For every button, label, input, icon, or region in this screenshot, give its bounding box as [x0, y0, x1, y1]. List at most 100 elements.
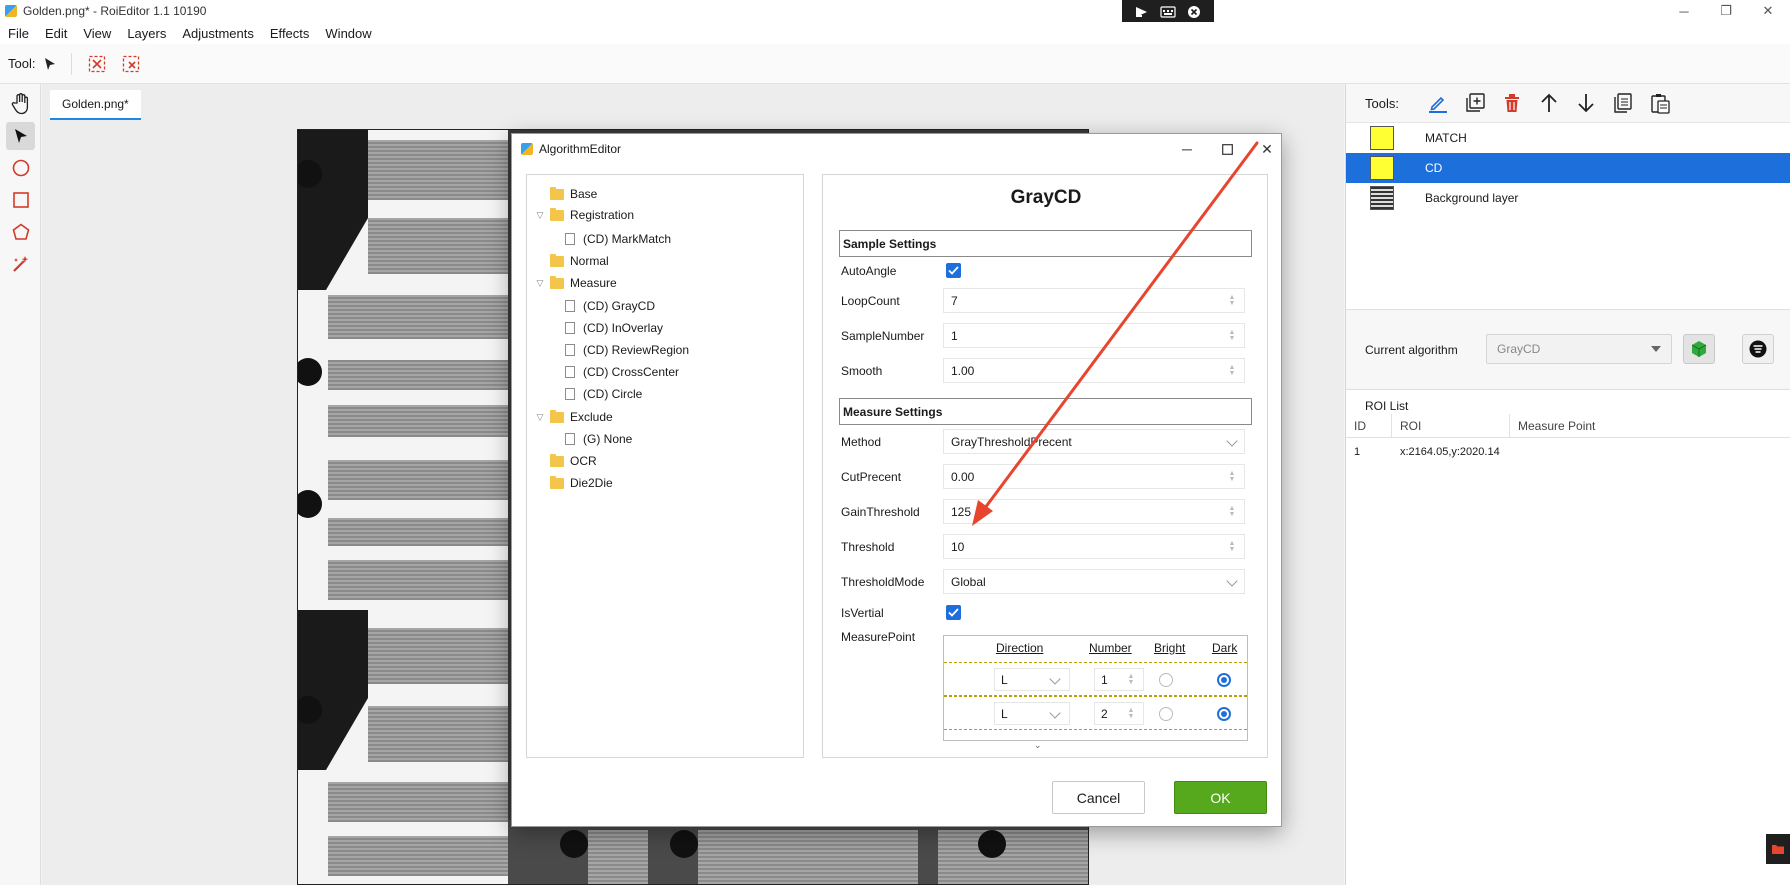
play-icon[interactable]: [1135, 6, 1149, 21]
rectangle-tool-icon[interactable]: [6, 186, 35, 214]
measure-settings-header[interactable]: Measure Settings: [839, 398, 1252, 425]
menu-view[interactable]: View: [75, 26, 119, 41]
number-input[interactable]: 2 ▲ ▼: [1094, 702, 1144, 725]
tree-item-crosscenter[interactable]: (CD) CrossCenter: [565, 362, 679, 382]
method-select[interactable]: GrayThresholdPrecent: [943, 429, 1245, 454]
table-row[interactable]: 1 x:2164.05,y:2020.14: [1346, 440, 1790, 464]
move-layer-down-icon[interactable]: [1574, 91, 1598, 115]
cut-precent-label: CutPrecent: [841, 470, 902, 484]
menu-file[interactable]: File: [0, 26, 37, 41]
tree-folder-registration[interactable]: Registration: [550, 205, 634, 225]
tree-item-graycd[interactable]: (CD) GrayCD: [565, 296, 655, 316]
disconnect-icon[interactable]: [1187, 5, 1201, 22]
mp-column-dark[interactable]: Dark: [1212, 641, 1237, 655]
layer-row-background[interactable]: Background layer: [1346, 183, 1790, 213]
tree-folder-exclude[interactable]: Exclude: [550, 407, 613, 427]
close-button[interactable]: ✕: [1748, 0, 1788, 22]
layer-row-cd[interactable]: CD: [1346, 153, 1790, 183]
tree-item-markmatch[interactable]: (CD) MarkMatch: [565, 229, 671, 249]
tree-item-inoverlay[interactable]: (CD) InOverlay: [565, 318, 663, 338]
edit-layer-icon[interactable]: [1426, 91, 1450, 115]
auto-angle-checkbox[interactable]: [946, 263, 961, 278]
sample-number-input[interactable]: 1 ▲ ▼: [943, 323, 1245, 348]
direction-select[interactable]: L: [994, 702, 1070, 725]
mp-column-bright[interactable]: Bright: [1154, 641, 1185, 655]
spinner-icon[interactable]: ▲ ▼: [1228, 540, 1236, 553]
dialog-close-button[interactable]: ✕: [1252, 138, 1282, 160]
sample-settings-header[interactable]: Sample Settings: [839, 230, 1252, 257]
threshold-input[interactable]: 10 ▲ ▼: [943, 534, 1245, 559]
window-titlebar: Golden.png* - RoiEditor 1.1 10190 ─ ❐ ✕: [0, 0, 1790, 22]
is-vertial-checkbox[interactable]: [946, 605, 961, 620]
hand-tool-icon[interactable]: [6, 90, 35, 118]
keyboard-icon[interactable]: [1160, 5, 1176, 21]
cut-precent-input[interactable]: 0.00 ▲ ▼: [943, 464, 1245, 489]
tree-folder-ocr[interactable]: OCR: [550, 451, 597, 471]
circle-tool-icon[interactable]: [6, 154, 35, 182]
minimize-button[interactable]: ─: [1664, 0, 1704, 22]
cancel-button[interactable]: Cancel: [1052, 781, 1145, 814]
pointer-tool-icon[interactable]: [39, 53, 61, 75]
paste-layer-icon[interactable]: [1648, 91, 1672, 115]
menu-window[interactable]: Window: [317, 26, 379, 41]
tree-folder-die2die[interactable]: Die2Die: [550, 473, 613, 493]
bright-radio[interactable]: [1159, 673, 1173, 687]
spinner-icon[interactable]: ▲ ▼: [1228, 329, 1236, 342]
window-title: Golden.png* - RoiEditor 1.1 10190: [23, 4, 207, 18]
menu-layers[interactable]: Layers: [119, 26, 174, 41]
algorithm-settings-button[interactable]: [1742, 334, 1774, 364]
tree-folder-base[interactable]: Base: [550, 184, 597, 204]
tree-folder-measure[interactable]: Measure: [550, 273, 617, 293]
ok-button[interactable]: OK: [1174, 781, 1267, 814]
tree-item-circle[interactable]: (CD) Circle: [565, 384, 642, 404]
dialog-maximize-button[interactable]: [1212, 138, 1242, 160]
tree-item-none[interactable]: (G) None: [565, 429, 632, 449]
chevron-down-icon[interactable]: ⌄: [1034, 740, 1044, 750]
move-layer-up-icon[interactable]: [1537, 91, 1561, 115]
layer-row-match[interactable]: MATCH: [1346, 123, 1790, 153]
chevron-down-icon[interactable]: ▽: [535, 278, 545, 288]
tray-folder-icon[interactable]: [1766, 834, 1790, 864]
roi-column-id[interactable]: ID: [1346, 414, 1392, 438]
magic-wand-tool-icon[interactable]: [6, 250, 35, 278]
spinner-icon[interactable]: ▲ ▼: [1228, 294, 1236, 307]
menu-edit[interactable]: Edit: [37, 26, 75, 41]
spinner-icon[interactable]: ▲ ▼: [1127, 673, 1135, 686]
menu-adjustments[interactable]: Adjustments: [174, 26, 262, 41]
spinner-icon[interactable]: ▲ ▼: [1228, 364, 1236, 377]
mp-column-direction[interactable]: Direction: [996, 641, 1043, 655]
spinner-icon[interactable]: ▲ ▼: [1228, 470, 1236, 483]
tree-item-reviewregion[interactable]: (CD) ReviewRegion: [565, 340, 689, 360]
chevron-down-icon[interactable]: ▽: [535, 412, 545, 422]
bright-radio[interactable]: [1159, 707, 1173, 721]
direction-select[interactable]: L: [994, 668, 1070, 691]
loop-count-input[interactable]: 7 ▲ ▼: [943, 288, 1245, 313]
algorithm-cube-button[interactable]: [1683, 334, 1715, 364]
roi-column-roi[interactable]: ROI: [1392, 414, 1510, 438]
menu-effects[interactable]: Effects: [262, 26, 318, 41]
delete-selection-icon[interactable]: [120, 53, 142, 75]
add-layer-icon[interactable]: [1463, 91, 1487, 115]
chevron-down-icon[interactable]: ▽: [535, 210, 545, 220]
spinner-icon[interactable]: ▲ ▼: [1228, 505, 1236, 518]
document-tab[interactable]: Golden.png*: [50, 90, 141, 120]
mp-column-number[interactable]: Number: [1089, 641, 1132, 655]
clear-selection-icon[interactable]: [86, 53, 108, 75]
delete-layer-icon[interactable]: [1500, 91, 1524, 115]
dark-radio[interactable]: [1217, 707, 1231, 721]
number-input[interactable]: 1 ▲ ▼: [1094, 668, 1144, 691]
dialog-minimize-button[interactable]: ─: [1172, 138, 1202, 160]
spinner-icon[interactable]: ▲ ▼: [1127, 707, 1135, 720]
threshold-mode-select[interactable]: Global: [943, 569, 1245, 594]
select-tool-icon[interactable]: [6, 122, 35, 150]
roi-column-measure-point[interactable]: Measure Point: [1510, 414, 1790, 438]
restore-button[interactable]: ❐: [1706, 0, 1746, 22]
current-algorithm-select[interactable]: GrayCD: [1486, 334, 1672, 364]
polygon-tool-icon[interactable]: [6, 218, 35, 246]
dark-radio[interactable]: [1217, 673, 1231, 687]
copy-layer-icon[interactable]: [1611, 91, 1635, 115]
layer-tools-row: Tools:: [1346, 84, 1790, 122]
smooth-input[interactable]: 1.00 ▲ ▼: [943, 358, 1245, 383]
gain-threshold-input[interactable]: 125 ▲ ▼: [943, 499, 1245, 524]
tree-folder-normal[interactable]: Normal: [550, 251, 609, 271]
